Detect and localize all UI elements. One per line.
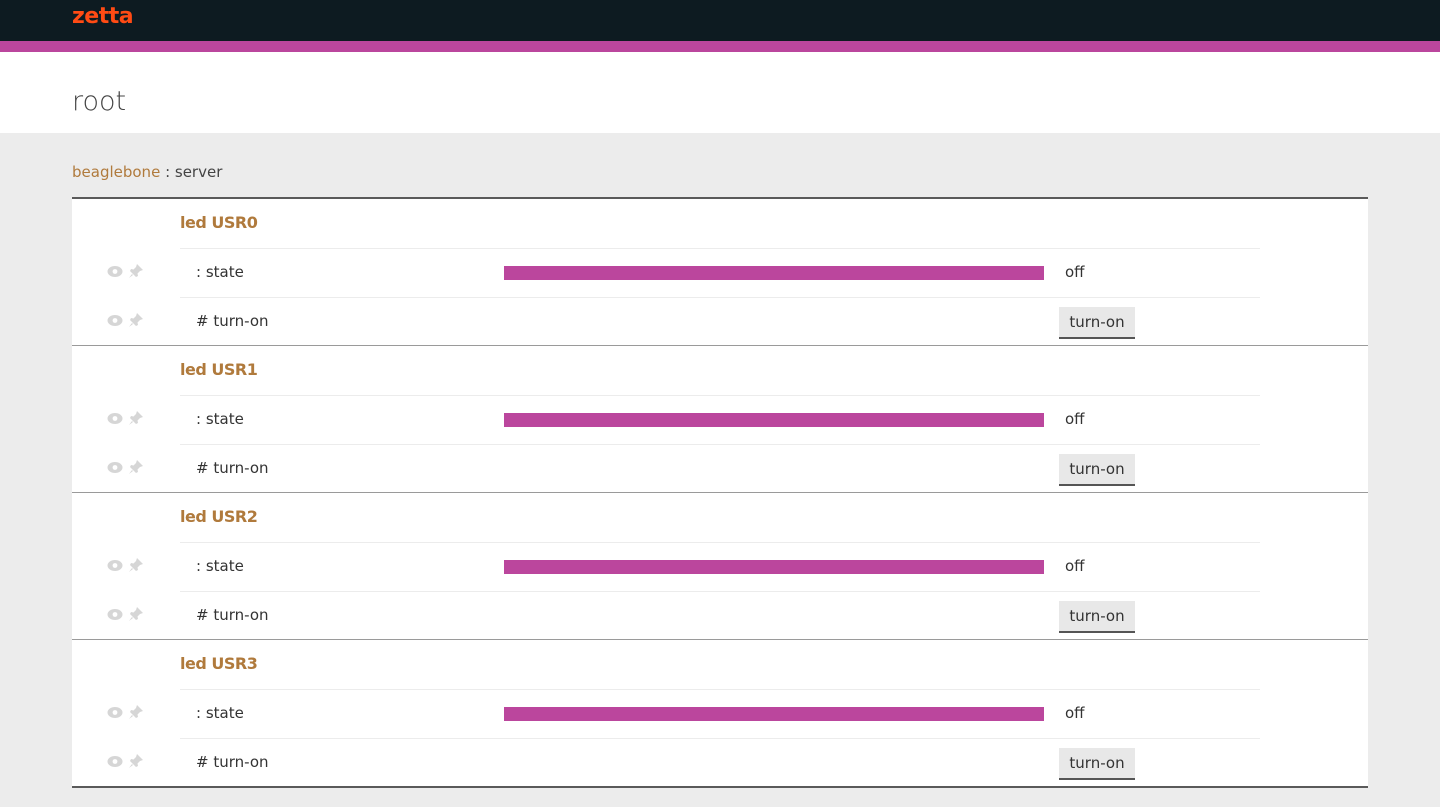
transition-label: # turn-on (196, 753, 269, 771)
state-value: off (1065, 557, 1085, 575)
transition-label: # turn-on (196, 606, 269, 624)
state-row: : state off (72, 542, 1368, 591)
transition-row: # turn-on turn-on (72, 591, 1368, 640)
eye-icon[interactable] (107, 314, 123, 327)
accent-stripe (0, 41, 1440, 52)
breadcrumb: beaglebone : server (72, 163, 222, 181)
turn-on-button[interactable]: turn-on (1059, 601, 1135, 633)
state-bar (504, 707, 1044, 721)
breadcrumb-type: server (174, 163, 223, 181)
state-bar (504, 413, 1044, 427)
pin-icon[interactable] (128, 459, 144, 475)
state-value: off (1065, 263, 1085, 281)
server-link[interactable]: beaglebone (72, 163, 160, 181)
device-card: led USR3 : state off # turn-on turn-on (72, 640, 1368, 787)
breadcrumb-separator: : (160, 163, 175, 181)
state-value: off (1065, 704, 1085, 722)
pin-icon[interactable] (128, 410, 144, 426)
transition-label: # turn-on (196, 459, 269, 477)
zetta-logo[interactable]: zetta (72, 4, 134, 29)
state-label: : state (196, 410, 244, 428)
state-row: : state off (72, 395, 1368, 444)
page-title: root (72, 86, 127, 117)
device-card: led USR0 : state off # turn-on turn-on (72, 199, 1368, 346)
state-value: off (1065, 410, 1085, 428)
state-label: : state (196, 704, 244, 722)
device-card: led USR1 : state off # turn-on turn-on (72, 346, 1368, 493)
eye-icon[interactable] (107, 559, 123, 572)
eye-icon[interactable] (107, 412, 123, 425)
device-name[interactable]: led USR2 (180, 507, 258, 526)
pin-icon[interactable] (128, 606, 144, 622)
transition-row: # turn-on turn-on (72, 444, 1368, 493)
device-card: led USR2 : state off # turn-on turn-on (72, 493, 1368, 640)
state-label: : state (196, 263, 244, 281)
eye-icon[interactable] (107, 461, 123, 474)
state-bar (504, 560, 1044, 574)
state-label: : state (196, 557, 244, 575)
transition-label: # turn-on (196, 312, 269, 330)
pin-icon[interactable] (128, 704, 144, 720)
eye-icon[interactable] (107, 706, 123, 719)
transition-row: # turn-on turn-on (72, 738, 1368, 787)
pin-icon[interactable] (128, 557, 144, 573)
state-row: : state off (72, 248, 1368, 297)
device-name[interactable]: led USR0 (180, 213, 258, 232)
device-name[interactable]: led USR3 (180, 654, 258, 673)
title-bar: root (0, 52, 1440, 133)
pin-icon[interactable] (128, 263, 144, 279)
eye-icon[interactable] (107, 265, 123, 278)
eye-icon[interactable] (107, 608, 123, 621)
device-panel: led USR0 : state off # turn-on turn-on l… (72, 197, 1368, 788)
state-bar (504, 266, 1044, 280)
eye-icon[interactable] (107, 755, 123, 768)
pin-icon[interactable] (128, 312, 144, 328)
state-row: : state off (72, 689, 1368, 738)
turn-on-button[interactable]: turn-on (1059, 454, 1135, 486)
transition-row: # turn-on turn-on (72, 297, 1368, 346)
turn-on-button[interactable]: turn-on (1059, 307, 1135, 339)
turn-on-button[interactable]: turn-on (1059, 748, 1135, 780)
device-name[interactable]: led USR1 (180, 360, 258, 379)
top-navbar: zetta (0, 0, 1440, 41)
pin-icon[interactable] (128, 753, 144, 769)
